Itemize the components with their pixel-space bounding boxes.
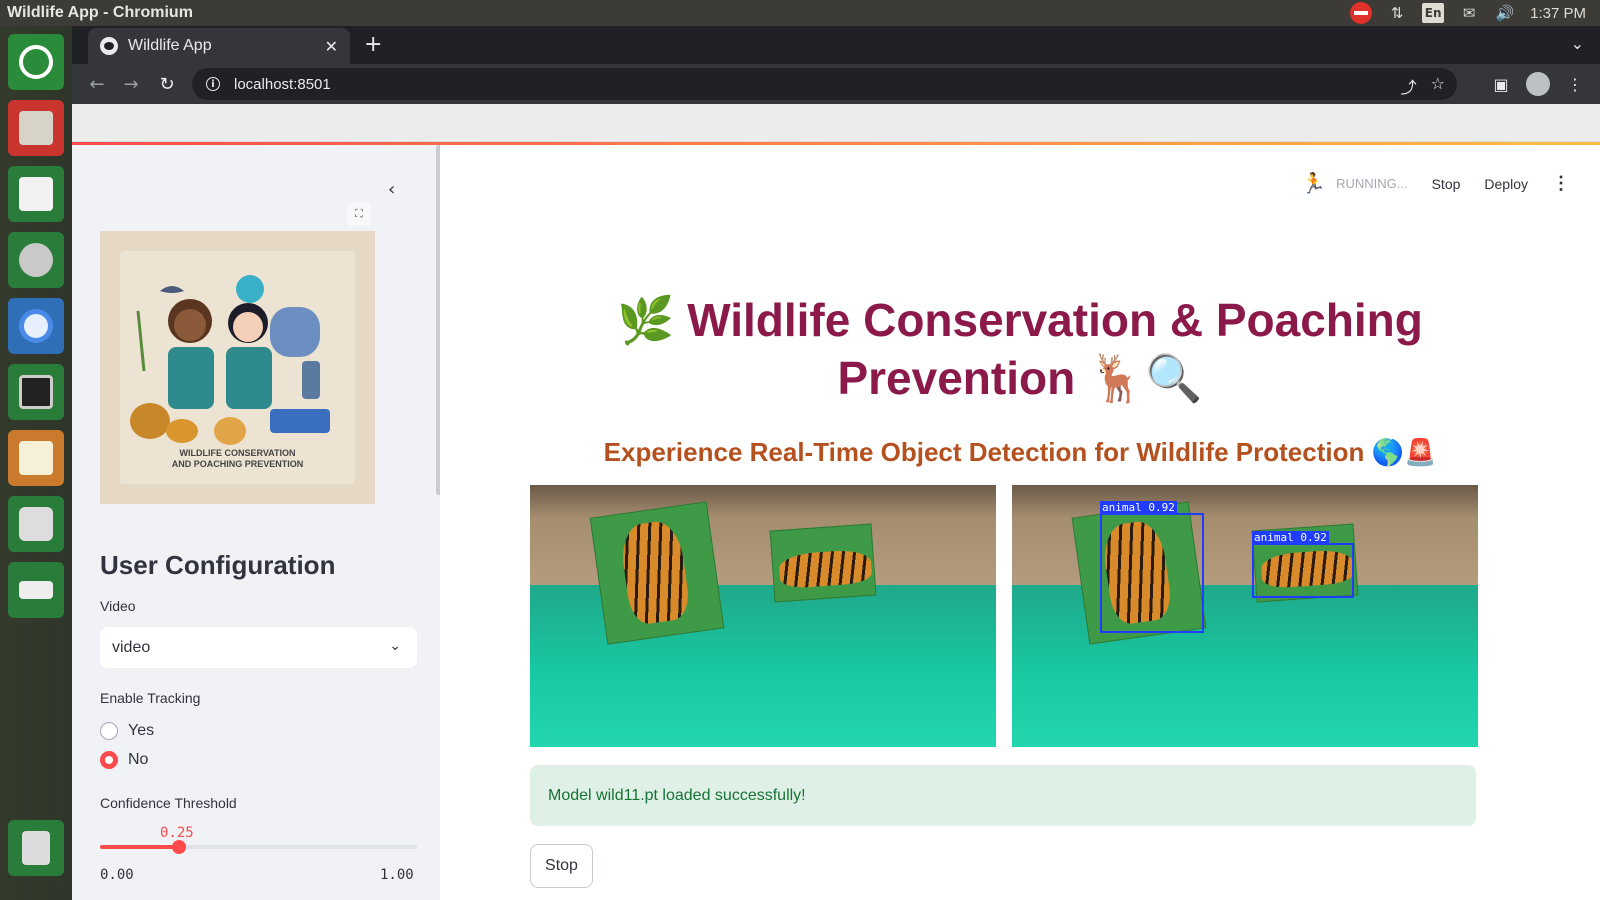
deer-magnifier-emoji-icon: 🦌🔍 [1087, 351, 1203, 405]
browser-window: Wildlife App ✕ + ⌄ ← → ↻ i localhost:850… [72, 26, 1600, 900]
text-editor-icon[interactable] [8, 430, 64, 486]
url-text: localhost:8501 [234, 75, 331, 93]
drive-icon[interactable] [8, 562, 64, 618]
logo-caption-line1: WILDLIFE CONSERVATION [179, 448, 296, 458]
title-line2: Prevention [837, 352, 1076, 404]
tracking-radio-no[interactable]: No [100, 751, 148, 769]
tracking-label: Enable Tracking [100, 690, 201, 706]
window-title: Wildlife App - Chromium [7, 4, 193, 21]
main-content: 🏃 RUNNING... Stop Deploy ⋮ 🌿 Wildlife Co… [440, 145, 1600, 900]
close-tab-icon[interactable]: ✕ [325, 37, 338, 56]
logo-caption-line2: AND POACHING PREVENTION [171, 459, 304, 469]
new-tab-button[interactable]: + [364, 32, 382, 57]
tab-search-chevron-icon[interactable]: ⌄ [1571, 34, 1584, 53]
radio-circle-icon [100, 722, 118, 740]
streamlit-favicon-icon [100, 37, 118, 55]
detection-video-frame: animal 0.92 animal 0.92 [1012, 485, 1478, 747]
tab-strip: Wildlife App ✕ + ⌄ [72, 26, 1600, 64]
slider-fill [100, 845, 180, 849]
chromium-icon[interactable] [8, 298, 64, 354]
display-icon[interactable] [8, 364, 64, 420]
tiger-card [769, 523, 877, 603]
deploy-button[interactable]: Deploy [1484, 176, 1528, 192]
streamlit-page: ‹ ⛶ WILDLIFE CONSERVATION AND POACHING P… [72, 145, 1600, 900]
confidence-slider[interactable] [100, 840, 417, 854]
tracking-radio-yes[interactable]: Yes [100, 722, 154, 740]
sidebar-title: User Configuration [100, 550, 336, 580]
app-logo-image: WILDLIFE CONSERVATION AND POACHING PREVE… [100, 231, 375, 504]
back-icon[interactable]: ← [84, 71, 110, 97]
files-icon[interactable] [8, 100, 64, 156]
side-panel-icon[interactable]: ▣ [1490, 75, 1512, 94]
success-alert: Model wild11.pt loaded successfully! [530, 765, 1476, 826]
chevron-down-icon: ⌄ [389, 637, 401, 653]
stop-button[interactable]: Stop [530, 844, 593, 888]
radio-label-no: No [128, 751, 149, 768]
ubuntu-icon[interactable] [8, 34, 64, 90]
site-info-icon[interactable]: i [206, 77, 220, 91]
address-bar[interactable]: i localhost:8501 ⤴ ☆ [192, 68, 1457, 100]
detection-box: animal 0.92 [1100, 501, 1204, 633]
settings-icon[interactable] [8, 232, 64, 288]
bookmark-bar [72, 104, 1600, 142]
ranger-illustration [130, 275, 330, 445]
slider-thumb[interactable] [172, 840, 187, 854]
no-entry-icon[interactable] [1350, 2, 1373, 24]
ubuntu-launcher [0, 26, 72, 900]
browser-menu-icon[interactable]: ⋮ [1564, 75, 1586, 94]
header-stop-button[interactable]: Stop [1432, 176, 1461, 192]
browser-toolbar: ← → ↻ i localhost:8501 ⤴ ☆ ▣ ⋮ [72, 64, 1600, 104]
system-tray: ⇅ En ✉ 🔊 1:37 PM [1350, 0, 1600, 26]
confidence-slider-value: 0.25 [160, 825, 194, 841]
detection-label: animal 0.92 [1252, 531, 1329, 544]
detection-box: animal 0.92 [1252, 531, 1354, 598]
running-indicator: 🏃 RUNNING... [1301, 171, 1407, 196]
mail-icon[interactable]: ✉ [1458, 3, 1480, 23]
radio-selected-icon [100, 751, 118, 769]
original-video-frame [530, 485, 996, 747]
title-line1: Wildlife Conservation & Poaching [687, 294, 1423, 346]
bookmark-star-icon[interactable]: ☆ [1431, 74, 1445, 98]
subtitle-text: Experience Real-Time Object Detection fo… [603, 437, 1365, 467]
share-icon[interactable]: ⤴ [1401, 74, 1417, 98]
video-select-value: video [112, 638, 151, 656]
success-message: Model wild11.pt loaded successfully! [548, 786, 806, 804]
fullscreen-icon[interactable]: ⛶ [347, 202, 371, 226]
os-top-panel: Wildlife App - Chromium ⇅ En ✉ 🔊 1:37 PM [0, 0, 1600, 26]
page-title: 🌿 Wildlife Conservation & Poaching Preve… [440, 291, 1600, 407]
running-man-icon: 🏃 [1301, 173, 1327, 195]
volume-icon[interactable]: 🔊 [1494, 3, 1516, 23]
confidence-label: Confidence Threshold [100, 795, 237, 811]
video-label: Video [100, 598, 136, 614]
network-arrows-icon[interactable]: ⇅ [1386, 3, 1408, 23]
clock[interactable]: 1:37 PM [1530, 3, 1586, 23]
slider-min-label: 0.00 [100, 867, 134, 883]
detection-label: animal 0.92 [1100, 501, 1177, 514]
page-subtitle: Experience Real-Time Object Detection fo… [440, 437, 1600, 468]
video-select[interactable]: video ⌄ [100, 627, 417, 668]
app-status-bar: 🏃 RUNNING... Stop Deploy ⋮ [1301, 171, 1570, 196]
reload-icon[interactable]: ↻ [154, 71, 180, 97]
sidebar: ‹ ⛶ WILDLIFE CONSERVATION AND POACHING P… [72, 145, 440, 900]
radio-label-yes: Yes [128, 722, 155, 739]
running-text: RUNNING... [1336, 176, 1408, 191]
slider-max-label: 1.00 [380, 867, 414, 883]
keyboard-language-indicator[interactable]: En [1422, 3, 1445, 23]
tab-wildlife-app[interactable]: Wildlife App ✕ [88, 28, 350, 64]
forward-icon[interactable]: → [118, 71, 144, 97]
software-store-icon[interactable] [8, 166, 64, 222]
tiger-card [589, 501, 725, 645]
main-menu-icon[interactable]: ⋮ [1552, 173, 1570, 194]
camera-icon[interactable] [8, 496, 64, 552]
profile-avatar-icon[interactable] [1526, 72, 1550, 96]
globe-siren-emoji-icon: 🌎🚨 [1371, 438, 1437, 468]
herb-emoji-icon: 🌿 [617, 293, 675, 347]
tab-title: Wildlife App [128, 37, 212, 54]
collapse-sidebar-icon[interactable]: ‹ [388, 179, 395, 200]
trash-icon[interactable] [8, 820, 64, 876]
